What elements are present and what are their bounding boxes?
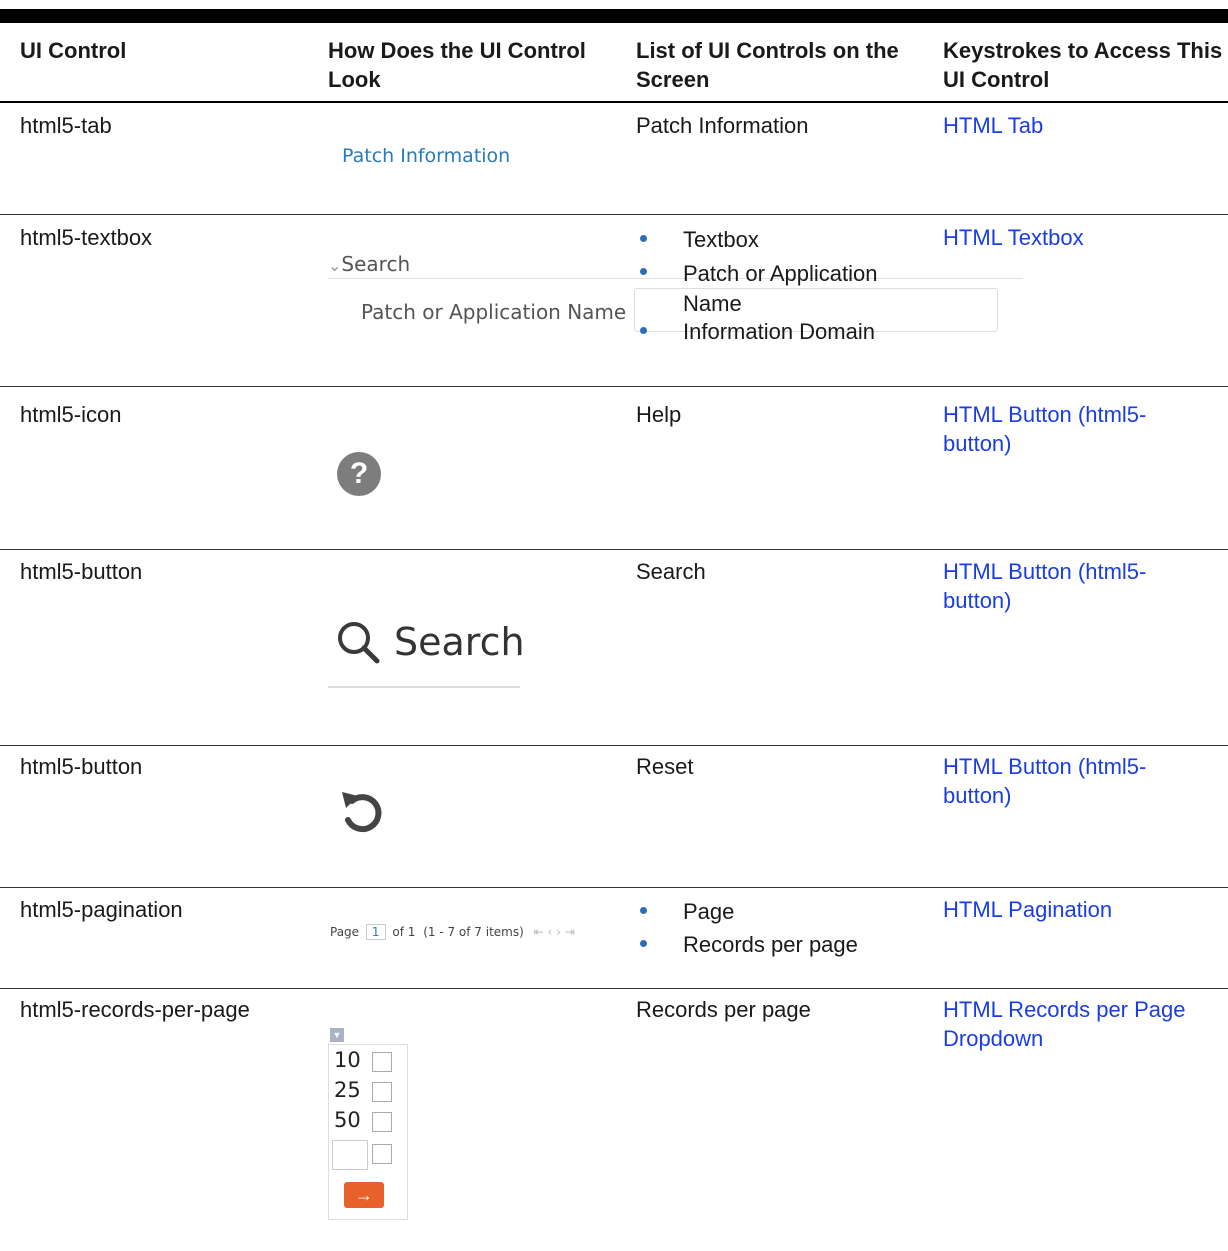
row-controls: Records per page xyxy=(636,997,811,1022)
keystroke-link[interactable]: HTML Pagination xyxy=(943,895,1112,924)
keystroke-link[interactable]: HTML Records per Page Dropdown xyxy=(943,995,1223,1053)
keystroke-link[interactable]: HTML Button (html5-button) xyxy=(943,557,1213,615)
reset-icon[interactable] xyxy=(338,788,388,838)
header-ui-control: UI Control xyxy=(20,38,127,63)
list-item: Patch or Application Name xyxy=(636,256,918,319)
last-page-icon[interactable]: ⇥ xyxy=(565,925,575,939)
list-item: Records per page xyxy=(636,928,858,961)
items-label: (1 - 7 of 7 items) xyxy=(423,925,524,939)
search-icon xyxy=(338,622,380,664)
list-item: Page xyxy=(636,895,858,928)
option-checkbox[interactable] xyxy=(372,1052,392,1072)
row-divider xyxy=(0,214,1228,215)
page-label: Page xyxy=(330,925,360,939)
table-top-rule xyxy=(0,9,1228,23)
page-input[interactable]: 1 xyxy=(365,924,386,940)
header-keystrokes: Keystrokes to Access This UI Control xyxy=(943,38,1223,92)
header-divider xyxy=(0,101,1228,103)
search-button-preview[interactable]: Search xyxy=(328,610,525,690)
option-value[interactable]: 10 xyxy=(334,1048,361,1072)
option-checkbox[interactable] xyxy=(372,1112,392,1132)
keystroke-link[interactable]: HTML Button (html5-button) xyxy=(943,752,1213,810)
chevron-down-icon: ⌄ xyxy=(328,256,342,275)
row-control: html5-tab xyxy=(20,113,112,138)
row-controls: Search xyxy=(636,559,706,584)
header-how-look: How Does the UI Control Look xyxy=(328,38,586,92)
first-page-icon[interactable]: ⇤ xyxy=(534,925,544,939)
pagination-preview: Page 1 of 1 (1 - 7 of 7 items) ⇤ ‹ › ⇥ xyxy=(330,924,575,940)
row-control: html5-records-per-page xyxy=(20,997,250,1022)
keystroke-link[interactable]: HTML Tab xyxy=(943,111,1043,140)
row-control: html5-icon xyxy=(20,402,122,427)
row-divider xyxy=(0,988,1228,989)
keystroke-link[interactable]: HTML Button (html5-button) xyxy=(943,400,1213,458)
field-label: Patch or Application Name xyxy=(361,300,627,324)
row-divider xyxy=(0,549,1228,550)
tab-preview-label: Patch Information xyxy=(342,145,511,167)
option-checkbox[interactable] xyxy=(372,1082,392,1102)
help-icon[interactable]: ? xyxy=(337,452,381,496)
records-dropdown-preview: ▼ 10 25 50 → xyxy=(328,1028,408,1220)
option-value[interactable]: 25 xyxy=(334,1078,361,1102)
search-section-header: ⌄Search xyxy=(328,252,411,276)
header-list-controls: List of UI Controls on the Screen xyxy=(636,38,899,92)
go-arrow-icon[interactable]: → xyxy=(344,1182,384,1208)
next-page-icon[interactable]: › xyxy=(556,925,561,939)
row-divider xyxy=(0,745,1228,746)
button-underline xyxy=(328,686,520,688)
row-controls: Patch Information xyxy=(636,113,809,138)
prev-page-icon[interactable]: ‹ xyxy=(548,925,553,939)
list-item: Textbox xyxy=(636,223,918,256)
row-control: html5-pagination xyxy=(20,897,183,922)
dropdown-toggle-icon[interactable]: ▼ xyxy=(330,1028,344,1042)
row-control: html5-button xyxy=(20,559,143,584)
row-divider xyxy=(0,887,1228,888)
row-control: html5-textbox xyxy=(20,225,153,250)
page-of-label: of 1 xyxy=(392,925,416,939)
option-value[interactable]: 50 xyxy=(334,1108,361,1132)
list-item: Information Domain xyxy=(636,315,918,348)
row-controls: Reset xyxy=(636,754,694,779)
row-controls-list: Page Records per page xyxy=(636,895,858,961)
row-controls-list: Textbox Patch or Application Name Inform… xyxy=(636,223,918,348)
keystroke-link[interactable]: HTML Textbox xyxy=(943,223,1084,252)
custom-records-input[interactable] xyxy=(332,1140,368,1170)
row-divider xyxy=(0,386,1228,387)
option-checkbox[interactable] xyxy=(372,1144,392,1164)
row-control: html5-button xyxy=(20,754,143,779)
search-button-label: Search xyxy=(394,620,525,664)
row-controls: Help xyxy=(636,402,682,427)
